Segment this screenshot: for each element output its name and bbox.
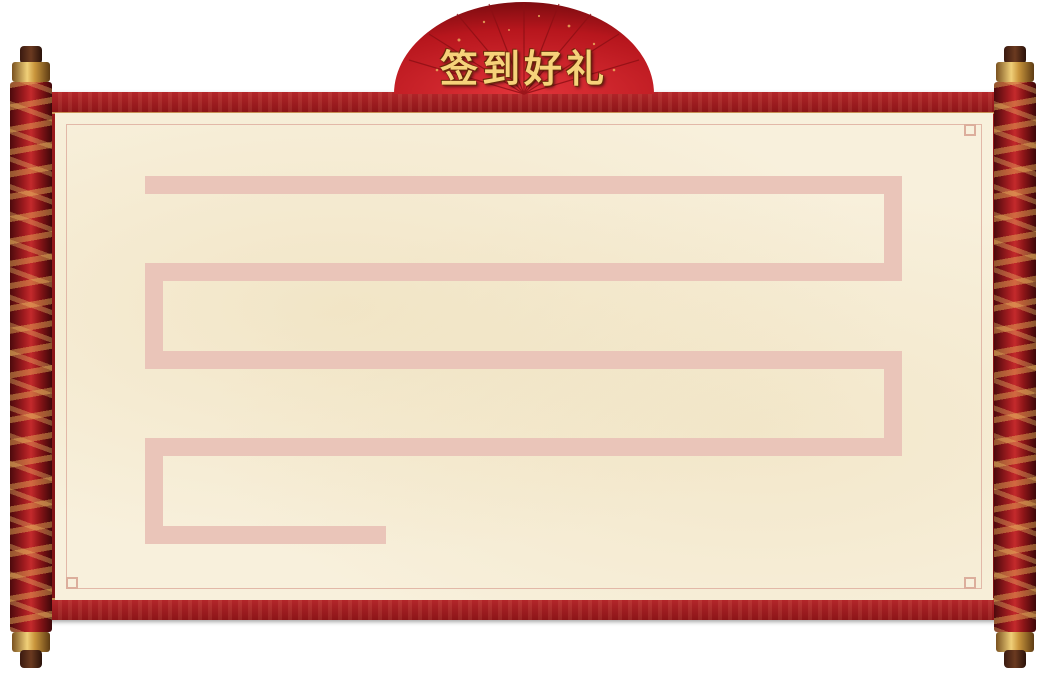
roller-cap-icon (1004, 650, 1026, 668)
roller-gold-ring-icon (12, 62, 50, 82)
roller-cap-icon (20, 650, 42, 668)
page-title: 签到好礼 (439, 46, 608, 91)
checkin-track (145, 176, 902, 544)
title-banner: 签到好礼 (389, 0, 659, 96)
checkin-track-path (145, 176, 902, 544)
roller-gold-ring-icon (996, 62, 1034, 82)
left-scroll-roller (8, 46, 54, 668)
dragon-scroll-roller-icon (994, 82, 1036, 632)
roller-gold-ring-icon (996, 632, 1034, 652)
roller-gold-ring-icon (12, 632, 50, 652)
dragon-scroll-roller-icon (10, 82, 52, 632)
right-scroll-roller (992, 46, 1038, 668)
checkin-scroll-panel: 签到好礼 (0, 0, 1046, 681)
